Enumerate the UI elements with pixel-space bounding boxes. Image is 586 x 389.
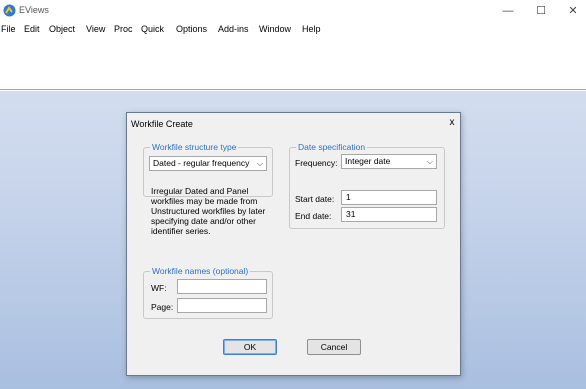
structure-type-value: Dated - regular frequency: [153, 158, 250, 168]
menu-file[interactable]: File: [1, 24, 16, 34]
menu-view[interactable]: View: [86, 24, 105, 34]
dialog-close-icon[interactable]: x: [446, 117, 458, 129]
structure-group-label: Workfile structure type: [150, 142, 239, 152]
menu-window[interactable]: Window: [259, 24, 291, 34]
frequency-value: Integer date: [345, 156, 391, 166]
title-bar: EViews — ☐ ✕: [0, 0, 586, 22]
wf-name-input[interactable]: [177, 279, 267, 294]
structure-note: Irregular Dated and Panel workfiles may …: [151, 186, 266, 236]
date-spec-group-label: Date specification: [296, 142, 368, 152]
menu-help[interactable]: Help: [302, 24, 321, 34]
structure-type-select[interactable]: Dated - regular frequency ⌵: [149, 156, 267, 171]
page-name-input[interactable]: [177, 298, 267, 313]
wf-label: WF:: [151, 283, 167, 293]
end-date-label: End date:: [295, 211, 332, 221]
page-label: Page:: [151, 302, 174, 312]
cancel-button[interactable]: Cancel: [307, 339, 361, 355]
chevron-down-icon: ⌵: [256, 159, 263, 168]
frequency-label: Frequency:: [295, 158, 338, 168]
minimize-button[interactable]: —: [493, 2, 523, 20]
menu-bar: File Edit Object View Proc Quick Options…: [0, 22, 586, 39]
menu-object[interactable]: Object: [49, 24, 75, 34]
dialog-title: Workfile Create: [131, 119, 193, 129]
workfile-create-dialog: Workfile Create x Workfile structure typ…: [126, 112, 461, 376]
start-date-label: Start date:: [295, 194, 335, 204]
names-group-label: Workfile names (optional): [150, 266, 251, 276]
frequency-select[interactable]: Integer date ⌵: [341, 154, 437, 169]
menu-add-ins[interactable]: Add-ins: [218, 24, 249, 34]
chevron-down-icon: ⌵: [426, 157, 433, 166]
menu-proc[interactable]: Proc: [114, 24, 133, 34]
ok-button[interactable]: OK: [223, 339, 277, 355]
menu-quick[interactable]: Quick: [141, 24, 164, 34]
eviews-logo-icon: [3, 4, 16, 17]
maximize-button[interactable]: ☐: [526, 2, 556, 20]
start-date-input[interactable]: 1: [341, 190, 437, 205]
command-window[interactable]: [0, 39, 586, 90]
menu-edit[interactable]: Edit: [24, 24, 40, 34]
app-title: EViews: [19, 5, 49, 15]
end-date-input[interactable]: 31: [341, 207, 437, 222]
close-window-button[interactable]: ✕: [558, 2, 586, 20]
menu-options[interactable]: Options: [176, 24, 207, 34]
